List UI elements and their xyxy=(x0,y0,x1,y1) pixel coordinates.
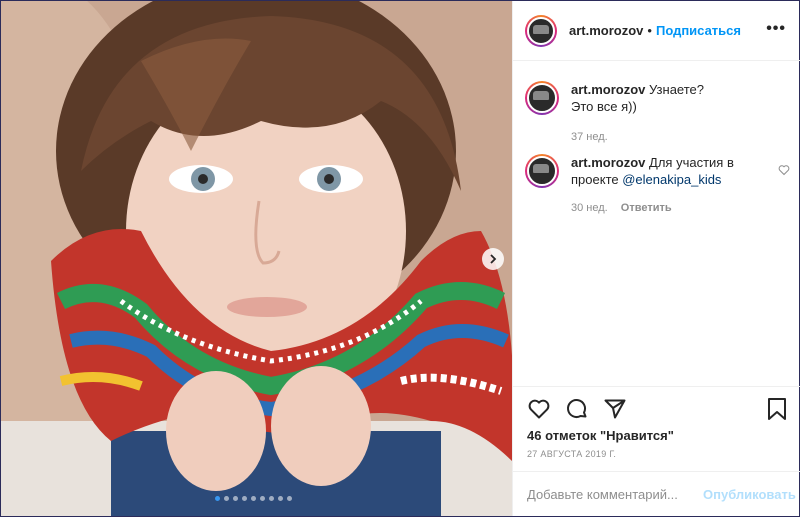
carousel-dot xyxy=(278,496,283,501)
comment-username[interactable]: art.morozov xyxy=(571,155,645,170)
post-side-panel: art.morozov • Подписаться ••• art.morozo… xyxy=(512,1,800,516)
post-photo[interactable] xyxy=(1,1,512,516)
carousel-dots xyxy=(215,496,292,501)
caption-comment: art.morozov Узнаете? Это все я)) 37 нед. xyxy=(525,81,790,146)
add-comment-form: Опубликовать xyxy=(513,471,800,516)
carousel-dot xyxy=(251,496,256,501)
comment-meta: 37 нед. xyxy=(571,129,771,146)
chevron-right-icon xyxy=(490,254,497,264)
post-header: art.morozov • Подписаться ••• xyxy=(513,1,800,61)
comment-icon[interactable] xyxy=(565,397,589,421)
avatar[interactable] xyxy=(525,81,559,115)
comment-text: Узнаете? xyxy=(649,82,704,97)
header-username[interactable]: art.morozov xyxy=(569,23,643,38)
comment-meta: 30 нед. Ответить xyxy=(571,200,771,217)
follow-button[interactable]: Подписаться xyxy=(656,23,741,38)
header-separator: • xyxy=(647,23,652,38)
comment-username[interactable]: art.morozov xyxy=(571,82,645,97)
carousel-dot xyxy=(260,496,265,501)
reply-button[interactable]: Ответить xyxy=(621,202,672,214)
carousel-dot xyxy=(269,496,274,501)
child-portrait-image xyxy=(1,1,512,516)
carousel-dot xyxy=(287,496,292,501)
comment-time[interactable]: 30 нед. xyxy=(571,202,608,214)
mention-link[interactable]: @elenakipa_kids xyxy=(622,172,721,187)
likes-count[interactable]: 46 отметок "Нравится" xyxy=(527,428,674,443)
share-icon[interactable] xyxy=(603,397,627,421)
avatar[interactable] xyxy=(525,14,557,47)
next-photo-button[interactable] xyxy=(482,248,504,270)
post-date[interactable]: 27 АВГУСТА 2019 Г. xyxy=(527,449,616,459)
post-actions: 46 отметок "Нравится" 27 АВГУСТА 2019 Г. xyxy=(513,386,800,459)
avatar[interactable] xyxy=(525,154,559,188)
heart-icon[interactable] xyxy=(527,397,551,421)
action-icons xyxy=(527,397,627,421)
comment-input[interactable] xyxy=(527,486,703,502)
comment-time[interactable]: 37 нед. xyxy=(571,131,608,143)
comment-text-line2: Это все я)) xyxy=(571,99,637,114)
like-comment-icon[interactable] xyxy=(778,164,790,176)
more-options-button[interactable]: ••• xyxy=(766,21,786,37)
publish-button[interactable]: Опубликовать xyxy=(703,487,796,502)
carousel-dot xyxy=(242,496,247,501)
carousel-dot xyxy=(224,496,229,501)
bookmark-icon[interactable] xyxy=(766,397,788,421)
comment-item: art.morozov Для участия в проекте @elena… xyxy=(525,154,790,217)
comment-body: art.morozov Узнаете? Это все я)) 37 нед. xyxy=(571,81,771,146)
carousel-dot xyxy=(233,496,238,501)
comment-body: art.morozov Для участия в проекте @elena… xyxy=(571,154,771,217)
carousel-dot xyxy=(215,496,220,501)
